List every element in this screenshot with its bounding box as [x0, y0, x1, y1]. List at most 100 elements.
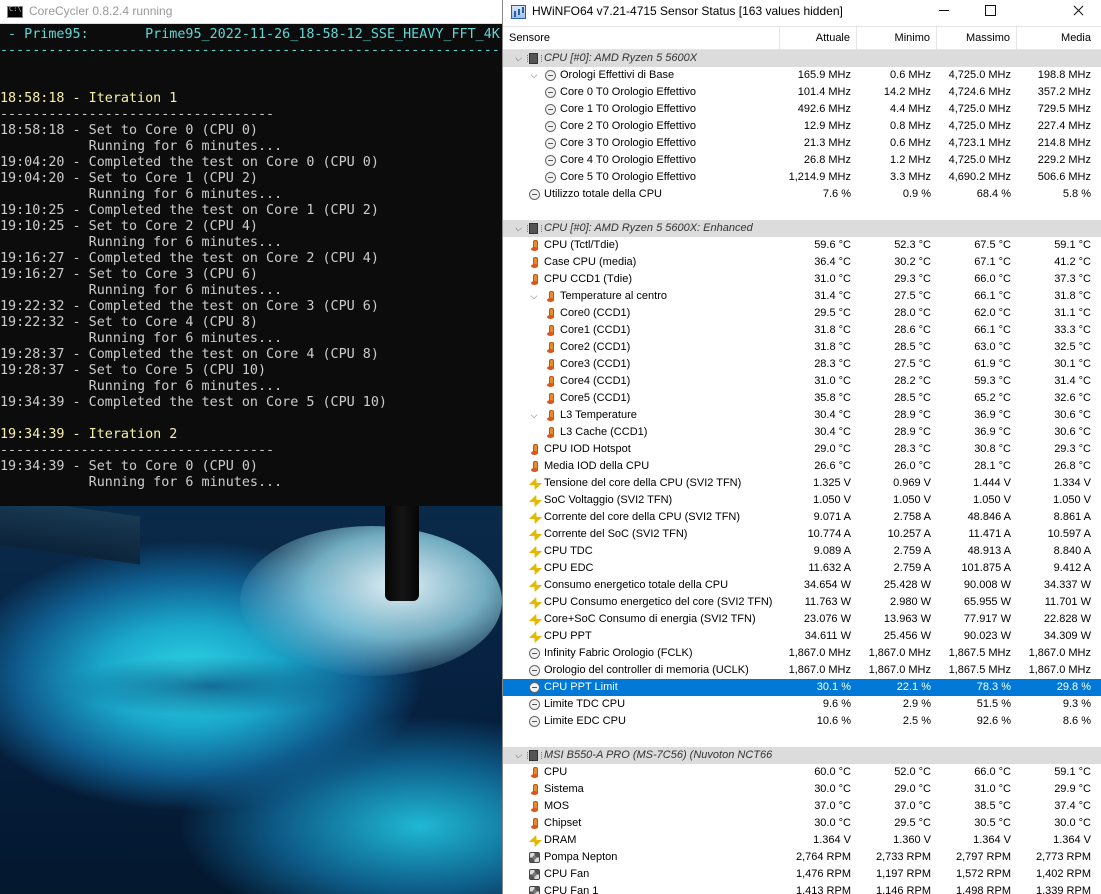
sensor-row[interactable]: Case CPU (media) 36.4 °C 30.2 °C 67.1 °C 41.… [503, 254, 1101, 271]
sensor-label: Media IOD della CPU [544, 460, 650, 472]
sensor-row[interactable]: Infinity Fabric Orologio (FCLK) 1,867.0 M… [503, 645, 1101, 662]
chevron-down-icon[interactable]: ⌵ [513, 50, 523, 67]
column-header-min[interactable]: Minimo [857, 27, 937, 50]
sensor-label: L3 Cache (CCD1) [560, 426, 648, 438]
chevron-down-icon[interactable]: ⌵ [529, 407, 539, 424]
sensor-row[interactable]: L3 Cache (CCD1) 30.4 °C 28.9 °C 36.9 °C 30.6… [503, 424, 1101, 441]
sensor-group-row[interactable]: ⌵ CPU [#0]: AMD Ryzen 5 5600X: Enhanced [503, 220, 1101, 237]
avg-value: 32.6 °C [1054, 392, 1091, 404]
console-line: Running for 6 minutes... [0, 283, 283, 298]
min-value: 27.5 °C [894, 358, 931, 370]
sensor-group-row[interactable]: ⌵ CPU [#0]: AMD Ryzen 5 5600X [503, 50, 1101, 67]
sensor-row[interactable]: Core+SoC Consumo di energia (SVI2 TFN) 23… [503, 611, 1101, 628]
column-header-avg[interactable]: Media [1017, 27, 1097, 50]
avg-value: 37.3 °C [1054, 273, 1091, 285]
min-value: 1,146 RPM [875, 885, 931, 894]
minimize-button[interactable] [921, 0, 967, 22]
sensor-row[interactable]: Core 2 T0 Orologio Effettivo 12.9 MHz 0.8 … [503, 118, 1101, 135]
thermometer-icon [529, 818, 540, 829]
sensor-row[interactable]: CPU EDC 11.632 A 2.759 A 101.875 A 9.412 A [503, 560, 1101, 577]
chevron-down-icon[interactable]: ⌵ [513, 747, 523, 764]
avg-value: 9.412 A [1053, 562, 1091, 574]
max-value: 1,498 RPM [955, 885, 1011, 894]
sensor-row[interactable]: Corrente del SoC (SVI2 TFN) 10.774 A 10.25… [503, 526, 1101, 543]
hwinfo-titlebar[interactable]: HWiNFO64 v7.21-4715 Sensor Status [163 v… [503, 0, 1101, 24]
sensor-row[interactable]: Core0 (CCD1) 29.5 °C 28.0 °C 62.0 °C 31.1 °C [503, 305, 1101, 322]
avg-value: 8.840 A [1053, 545, 1091, 557]
chevron-down-icon[interactable]: ⌵ [529, 67, 539, 84]
max-value: 51.5 % [976, 698, 1011, 710]
sensor-row[interactable]: Core 5 T0 Orologio Effettivo 1,214.9 MHz 3… [503, 169, 1101, 186]
sensor-row[interactable]: Consumo energetico totale della CPU 34.65… [503, 577, 1101, 594]
sensor-row[interactable]: CPU CCD1 (Tdie) 31.0 °C 29.3 °C 66.0 °C 37.3… [503, 271, 1101, 288]
sensor-label: Core1 (CCD1) [560, 324, 631, 336]
hwinfo-app-icon [511, 5, 526, 19]
hwinfo-window[interactable]: HWiNFO64 v7.21-4715 Sensor Status [163 v… [502, 0, 1101, 894]
min-value: 22.1 % [896, 681, 931, 693]
chevron-down-icon[interactable]: ⌵ [513, 220, 523, 237]
sensor-row[interactable]: CPU TDC 9.089 A 2.759 A 48.913 A 8.840 A [503, 543, 1101, 560]
sensor-row[interactable]: Sistema 30.0 °C 29.0 °C 31.0 °C 29.9 °C [503, 781, 1101, 798]
clock-icon [545, 121, 556, 132]
sensor-row[interactable]: MOS 37.0 °C 37.0 °C 38.5 °C 37.4 °C [503, 798, 1101, 815]
sensor-table[interactable]: ⌵ CPU [#0]: AMD Ryzen 5 5600X ⌵ Orologi Eff… [503, 50, 1101, 894]
column-header-current[interactable]: Attuale [780, 27, 857, 50]
chip-icon [527, 223, 542, 234]
maximize-button[interactable] [967, 0, 1013, 22]
sensor-row[interactable]: Pompa Nepton 2,764 RPM 2,733 RPM 2,797 RPM 2… [503, 849, 1101, 866]
sensor-row[interactable]: Core 0 T0 Orologio Effettivo 101.4 MHz 14.… [503, 84, 1101, 101]
sensor-row[interactable]: Chipset 30.0 °C 29.5 °C 30.5 °C 30.0 °C [503, 815, 1101, 832]
sensor-row[interactable]: CPU PPT 34.611 W 25.456 W 90.023 W 34.309 W [503, 628, 1101, 645]
sensor-row[interactable]: Tensione del core della CPU (SVI2 TFN) 1.… [503, 475, 1101, 492]
sensor-row[interactable]: CPU Fan 1 1,413 RPM 1,146 RPM 1,498 RPM 1,33… [503, 883, 1101, 894]
current-value: 31.8 °C [814, 341, 851, 353]
console-line: 19:34:39 - Completed the test on Core 5 … [0, 395, 387, 410]
sensor-group-row[interactable]: ⌵ MSI B550-A PRO (MS-7C56) (Nuvoton NCT66… [503, 747, 1101, 764]
console-output[interactable]: - Prime95: Prime95_2022-11-26_18-58-12_S… [0, 24, 502, 506]
current-value: 1,476 RPM [795, 868, 851, 880]
sensor-row[interactable]: Corrente del core della CPU (SVI2 TFN) 9.… [503, 509, 1101, 526]
sensor-label: MSI B550-A PRO (MS-7C56) (Nuvoton NCT66.… [544, 749, 772, 761]
min-value: 29.3 °C [894, 273, 931, 285]
console-titlebar[interactable]: CoreCycler 0.8.2.4 running [0, 0, 502, 24]
min-value: 27.5 °C [894, 290, 931, 302]
chevron-down-icon[interactable]: ⌵ [529, 288, 539, 305]
current-value: 36.4 °C [814, 256, 851, 268]
column-header-sensor[interactable]: Sensore [503, 27, 780, 50]
sensor-row[interactable]: Core1 (CCD1) 31.8 °C 28.6 °C 66.1 °C 33.3 °C [503, 322, 1101, 339]
sensor-row[interactable]: CPU PPT Limit 30.1 % 22.1 % 78.3 % 29.8 % [503, 679, 1101, 696]
sensor-row[interactable]: CPU (Tctl/Tdie) 59.6 °C 52.3 °C 67.5 °C 59.1… [503, 237, 1101, 254]
close-button[interactable] [1055, 0, 1101, 22]
sensor-label: Core3 (CCD1) [560, 358, 631, 370]
bolt-icon [529, 529, 540, 540]
sensor-row[interactable]: Limite EDC CPU 10.6 % 2.5 % 92.6 % 8.6 % [503, 713, 1101, 730]
sensor-row[interactable]: Core3 (CCD1) 28.3 °C 27.5 °C 61.9 °C 30.1 °C [503, 356, 1101, 373]
sensor-row[interactable]: ⌵ Temperature al centro 31.4 °C 27.5 °C 66.1… [503, 288, 1101, 305]
sensor-row[interactable]: ⌵ Orologi Effettivi di Base 165.9 MHz 0.6 M… [503, 67, 1101, 84]
sensor-row[interactable]: CPU Consumo energetico del core (SVI2 TF… [503, 594, 1101, 611]
current-value: 31.8 °C [814, 324, 851, 336]
max-value: 66.1 °C [974, 324, 1011, 336]
sensor-row[interactable]: Utilizzo totale della CPU 7.6 % 0.9 % 68.4 … [503, 186, 1101, 203]
sensor-row[interactable]: CPU Fan 1,476 RPM 1,197 RPM 1,572 RPM 1,402 … [503, 866, 1101, 883]
sensor-row[interactable]: ⌵ L3 Temperature 30.4 °C 28.9 °C 36.9 °C 30.6… [503, 407, 1101, 424]
sensor-row[interactable]: SoC Voltaggio (SVI2 TFN) 1.050 V 1.050 V 1.… [503, 492, 1101, 509]
sensor-row[interactable]: Core5 (CCD1) 35.8 °C 28.5 °C 65.2 °C 32.6 °C [503, 390, 1101, 407]
sensor-row[interactable]: CPU 60.0 °C 52.0 °C 66.0 °C 59.1 °C [503, 764, 1101, 781]
sensor-row[interactable]: Orologio del controller di memoria (UCLK… [503, 662, 1101, 679]
sensor-row[interactable]: Core 3 T0 Orologio Effettivo 21.3 MHz 0.6 … [503, 135, 1101, 152]
current-value: 30.4 °C [814, 426, 851, 438]
sensor-row[interactable]: Core 1 T0 Orologio Effettivo 492.6 MHz 4.4… [503, 101, 1101, 118]
sensor-row[interactable]: Core 4 T0 Orologio Effettivo 26.8 MHz 1.2 … [503, 152, 1101, 169]
sensor-row[interactable]: Core2 (CCD1) 31.8 °C 28.5 °C 63.0 °C 32.5 °C [503, 339, 1101, 356]
max-value: 1,867.5 MHz [948, 664, 1011, 676]
sensor-row[interactable]: Core4 (CCD1) 31.0 °C 28.2 °C 59.3 °C 31.4 °C [503, 373, 1101, 390]
clock-icon [545, 155, 556, 166]
sensor-row[interactable]: DRAM 1.364 V 1.360 V 1.364 V 1.364 V [503, 832, 1101, 849]
column-header-max[interactable]: Massimo [937, 27, 1017, 50]
min-value: 52.3 °C [894, 239, 931, 251]
wallpaper-keyboard-shape [0, 506, 140, 565]
sensor-row[interactable]: Media IOD della CPU 26.6 °C 26.0 °C 28.1 °C… [503, 458, 1101, 475]
sensor-row[interactable]: Limite TDC CPU 9.6 % 2.9 % 51.5 % 9.3 % [503, 696, 1101, 713]
sensor-row[interactable]: CPU IOD Hotspot 29.0 °C 28.3 °C 30.8 °C 29.3… [503, 441, 1101, 458]
